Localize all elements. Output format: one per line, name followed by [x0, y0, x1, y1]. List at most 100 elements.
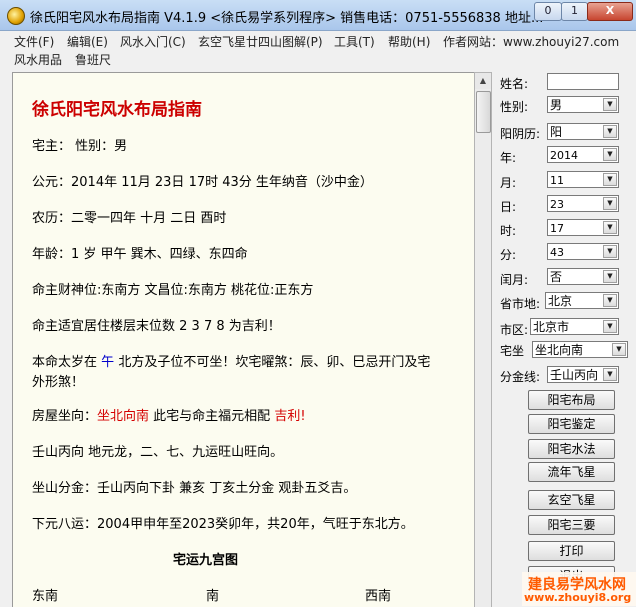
name-label: 姓名: [500, 77, 529, 91]
flying-year-star-button[interactable]: 流年飞星 [528, 462, 615, 482]
period-line: 下元八运：2004甲申年至2023癸卯年，共20年，气旺于东北方。 [32, 517, 414, 532]
menu-fengshui-goods[interactable]: 风水用品 [14, 51, 62, 68]
chevron-down-icon[interactable]: ▼ [603, 270, 617, 283]
report-document[interactable]: 徐氏阳宅风水布局指南 宅主： 性别：男 公元：2014年 11月 23日 17时… [12, 72, 476, 607]
chevron-down-icon[interactable]: ▼ [603, 294, 617, 307]
facing-select[interactable]: 坐北向南 ▼ [532, 341, 628, 358]
province-label: 省市地: [500, 297, 541, 311]
vertical-scrollbar[interactable]: ▲ [474, 72, 492, 607]
hour-value: 17 [550, 222, 564, 235]
chevron-down-icon[interactable]: ▼ [603, 320, 617, 333]
gender-label: 性别: [500, 100, 529, 114]
minute-select[interactable]: 43 ▼ [547, 243, 619, 260]
hour-select[interactable]: 17 ▼ [547, 219, 619, 236]
taisui-branch: 午 [101, 355, 115, 370]
facing-value: 坐北向南 [535, 343, 584, 357]
leap-month-label: 闰月: [500, 273, 529, 287]
house-auspicious: 吉利! [274, 409, 306, 424]
menu-bar: 文件(F) 编辑(E) 风水入门(C) 玄空飞星廿四山图解(P) 工具(T) 帮… [0, 31, 636, 50]
province-select[interactable]: 北京 ▼ [545, 292, 619, 309]
leap-month-select[interactable]: 否 ▼ [547, 268, 619, 285]
positions-line: 命主财神位:东南方 文昌位:东南方 桃花位:正东方 [32, 283, 314, 298]
calendar-value: 阳 [550, 125, 563, 139]
menu-file[interactable]: 文件(F) [14, 33, 54, 50]
fenjin-line: 坐山分金：壬山丙向下卦 兼亥 丁亥土分金 观卦五爻吉。 [32, 481, 357, 496]
province-value: 北京 [548, 294, 573, 308]
yangzhai-appraise-button[interactable]: 阳宅鉴定 [528, 414, 615, 434]
direction-southwest: 西南 [365, 589, 392, 604]
house-match-text: 此宅与命主福元相配 [153, 409, 271, 424]
minute-label: 分: [500, 248, 517, 262]
window-title: 徐氏阳宅风水布局指南 V4.1.9 <徐氏易学系列程序> 销售电话：0751-5… [30, 11, 544, 26]
district-value: 北京市 [533, 320, 570, 334]
fenjin-select[interactable]: 壬山丙向 ▼ [547, 366, 619, 383]
watermark-site-url: www.zhouyi8.org [524, 591, 632, 604]
chevron-down-icon[interactable]: ▼ [603, 221, 617, 234]
taisui-line: 本命太岁在 午 北方及子位不可坐！坎宅曜煞：辰、卯、巳忌开门及宅 [32, 351, 430, 370]
calendar-label: 阳阴历: [500, 127, 541, 141]
yangzhai-water-button[interactable]: 阳宅水法 [528, 439, 615, 459]
print-button[interactable]: 打印 [528, 541, 615, 561]
chevron-down-icon[interactable]: ▼ [603, 245, 617, 258]
owner-line: 宅主： 性别：男 [32, 139, 128, 154]
name-input[interactable] [547, 73, 619, 90]
district-select[interactable]: 北京市 ▼ [530, 318, 619, 335]
day-label: 日: [500, 200, 517, 214]
house-facing-value: 坐北向南 [97, 409, 150, 424]
gender-value: 男 [550, 98, 563, 112]
floors-line: 命主适宜居住楼层末位数 2 3 7 8 为吉利！ [32, 319, 281, 334]
year-select[interactable]: 2014 ▼ [547, 146, 619, 163]
menu-help[interactable]: 帮助(H) [388, 33, 430, 50]
solar-date-line: 公元：2014年 11月 23日 17时 43分 生年纳音（沙中金） [32, 175, 373, 190]
report-heading: 徐氏阳宅风水布局指南 [32, 100, 202, 120]
fenjin-value: 壬山丙向 [550, 368, 599, 382]
month-value: 11 [550, 174, 564, 187]
yangzhai-layout-button[interactable]: 阳宅布局 [528, 390, 615, 410]
fenjin-label: 分金线: [500, 370, 541, 384]
chevron-down-icon[interactable]: ▼ [603, 173, 617, 186]
xuankong-flying-star-button[interactable]: 玄空飞星 [528, 490, 615, 510]
close-icon: X [605, 4, 615, 17]
age-line: 年龄：1 岁 甲午 巽木、四绿、东四命 [32, 247, 248, 262]
hour-label: 时: [500, 224, 517, 238]
facing-label: 宅坐 [500, 344, 525, 358]
year-value: 2014 [550, 149, 578, 162]
app-window: 徐氏阳宅风水布局指南 V4.1.9 <徐氏易学系列程序> 销售电话：0751-5… [0, 0, 636, 607]
scroll-up-icon[interactable]: ▲ [475, 73, 491, 89]
minimize-button[interactable]: 0 [534, 2, 562, 21]
district-label: 市区: [500, 323, 529, 337]
close-button[interactable]: X [587, 2, 633, 21]
maximize-button[interactable]: 1 [561, 2, 588, 21]
scroll-thumb[interactable] [476, 91, 491, 133]
chevron-down-icon[interactable]: ▼ [603, 148, 617, 161]
menu-edit[interactable]: 编辑(E) [67, 33, 108, 50]
chevron-down-icon[interactable]: ▼ [603, 197, 617, 210]
chevron-down-icon[interactable]: ▼ [603, 368, 617, 381]
house-facing-line: 房屋坐向：坐北向南 此宅与命主福元相配 吉利! [32, 405, 306, 424]
menu-author-website[interactable]: 作者网站：www.zhouyi27.com [443, 33, 619, 50]
lunar-date-line: 农历：二零一四年 十月 二日 酉时 [32, 211, 227, 226]
menu-tools[interactable]: 工具(T) [334, 33, 375, 50]
chevron-down-icon[interactable]: ▼ [612, 343, 626, 356]
maximize-icon: 1 [571, 4, 578, 17]
chevron-down-icon[interactable]: ▼ [603, 125, 617, 138]
chevron-down-icon[interactable]: ▼ [603, 98, 617, 111]
day-value: 23 [550, 198, 564, 211]
taisui-line-cont: 外形煞！ [32, 375, 85, 390]
month-select[interactable]: 11 ▼ [547, 171, 619, 188]
menu-xuankong-diagram[interactable]: 玄空飞星廿四山图解(P) [198, 33, 323, 50]
title-bar: 徐氏阳宅风水布局指南 V4.1.9 <徐氏易学系列程序> 销售电话：0751-5… [0, 0, 636, 31]
calendar-select[interactable]: 阳 ▼ [547, 123, 619, 140]
mountain-line: 壬山丙向 地元龙，二、七、九运旺山旺向。 [32, 445, 284, 460]
menu-bar-row2: 风水用品 鲁班尺 [0, 50, 636, 68]
minute-value: 43 [550, 246, 564, 259]
day-select[interactable]: 23 ▼ [547, 195, 619, 212]
input-panel: 姓名: 性别: 男 ▼ 阳阴历: 阳 ▼ 年: 2014 ▼ 月: 11 ▼ 日: 23… [494, 70, 636, 606]
yangzhai-essentials-button[interactable]: 阳宅三要 [528, 515, 615, 535]
menu-fengshui-intro[interactable]: 风水入门(C) [120, 33, 186, 50]
gender-select[interactable]: 男 ▼ [547, 96, 619, 113]
direction-southeast: 东南 [32, 589, 59, 604]
house-facing-label: 房屋坐向： [32, 409, 98, 424]
app-logo-icon [7, 7, 25, 25]
menu-luban-ruler[interactable]: 鲁班尺 [75, 51, 111, 68]
